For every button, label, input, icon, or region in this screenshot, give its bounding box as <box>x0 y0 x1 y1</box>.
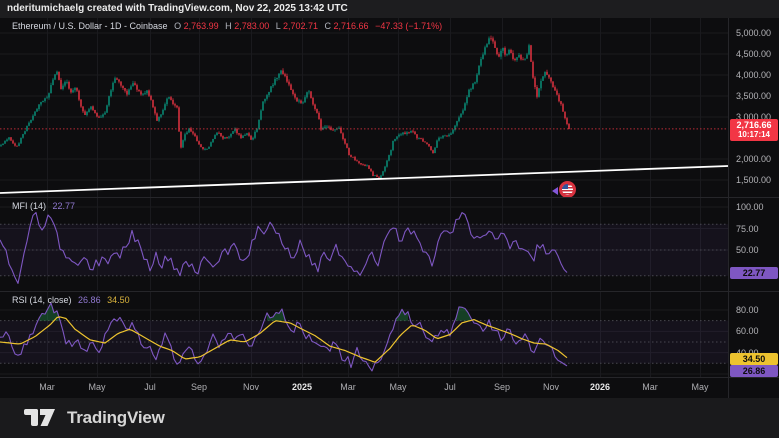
pane-divider[interactable] <box>0 291 779 292</box>
rsi-value-badge: 26.86 <box>730 365 778 377</box>
pane-divider[interactable] <box>0 197 779 198</box>
tradingview-logo-icon[interactable] <box>24 409 58 428</box>
axis-tick-label: 60.00 <box>736 326 759 336</box>
time-tick-label: Nov <box>243 382 259 392</box>
last-price-badge: 2,716.66 10:17:14 <box>730 119 778 141</box>
axis-tick-label: 4,000.00 <box>736 70 771 80</box>
time-tick-label: Mar <box>340 382 356 392</box>
axis-tick-label: 100.00 <box>736 202 764 212</box>
symbol-title: Ethereum / U.S. Dollar - 1D - Coinbase <box>12 21 168 31</box>
time-tick-label: Mar <box>642 382 658 392</box>
price-chart-pane[interactable] <box>0 18 728 197</box>
mfi-value-badge: 22.77 <box>730 267 778 279</box>
axis-tick-label: 3,500.00 <box>736 91 771 101</box>
open-value: 2,763.99 <box>184 21 219 31</box>
event-arrow-icon <box>552 187 558 195</box>
branding-bar: TradingView <box>0 398 779 438</box>
time-tick-label: May <box>691 382 708 392</box>
bar-countdown: 10:17:14 <box>732 130 776 140</box>
attribution-bar: nderitumichaelg created with TradingView… <box>0 0 779 18</box>
axis-tick-label: 2,000.00 <box>736 154 771 164</box>
mfi-title: MFI (14) <box>12 201 46 211</box>
mfi-value: 22.77 <box>53 201 76 211</box>
rsi-ma-value: 34.50 <box>107 295 130 305</box>
mfi-indicator-pane[interactable] <box>0 197 728 290</box>
time-tick-label: Sep <box>191 382 207 392</box>
high-label: H <box>225 21 232 31</box>
price-scale-axis[interactable]: 2,716.66 10:17:14 22.77 34.50 26.86 5,00… <box>728 18 779 398</box>
close-value: 2,716.66 <box>334 21 369 31</box>
high-value: 2,783.00 <box>234 21 269 31</box>
open-label: O <box>174 21 181 31</box>
last-price: 2,716.66 <box>732 120 776 130</box>
time-tick-label: Mar <box>39 382 55 392</box>
axis-tick-label: 1,500.00 <box>736 175 771 185</box>
price-pane-legend[interactable]: Ethereum / U.S. Dollar - 1D - Coinbase O… <box>12 21 446 31</box>
time-tick-label: Sep <box>494 382 510 392</box>
time-tick-label: Jul <box>144 382 156 392</box>
rsi-ma-value-badge: 34.50 <box>730 353 778 365</box>
trendline[interactable] <box>0 166 728 193</box>
tradingview-wordmark[interactable]: TradingView <box>67 408 165 428</box>
tradingview-snapshot: nderitumichaelg created with TradingView… <box>0 0 779 438</box>
close-label: C <box>325 21 332 31</box>
time-tick-label: Nov <box>543 382 559 392</box>
rsi-title: RSI (14, close) <box>12 295 72 305</box>
attribution-text: nderitumichaelg created with TradingView… <box>7 3 348 14</box>
mfi-legend[interactable]: MFI (14) 22.77 <box>12 201 79 211</box>
time-tick-label: 2026 <box>590 382 610 392</box>
axis-tick-label: 50.00 <box>736 245 759 255</box>
time-tick-label: May <box>88 382 105 392</box>
axis-tick-label: 75.00 <box>736 224 759 234</box>
low-value: 2,702.71 <box>283 21 318 31</box>
time-tick-label: May <box>389 382 406 392</box>
time-tick-label: Jul <box>444 382 456 392</box>
low-label: L <box>276 21 281 31</box>
axis-tick-label: 5,000.00 <box>736 28 771 38</box>
axis-divider <box>0 377 779 378</box>
time-scale-axis[interactable]: Mar May Jul Sep Nov 2025 Mar May Jul Sep Nov 2026 Ma… <box>0 378 728 398</box>
rsi-value: 26.86 <box>78 295 101 305</box>
axis-tick-label: 4,500.00 <box>736 49 771 59</box>
time-tick-label: 2025 <box>292 382 312 392</box>
us-flag-icon <box>559 181 576 198</box>
axis-tick-label: 80.00 <box>736 305 759 315</box>
rsi-legend[interactable]: RSI (14, close) 26.86 34.50 <box>12 295 134 305</box>
change-value: −47.33 (−1.71%) <box>375 21 442 31</box>
